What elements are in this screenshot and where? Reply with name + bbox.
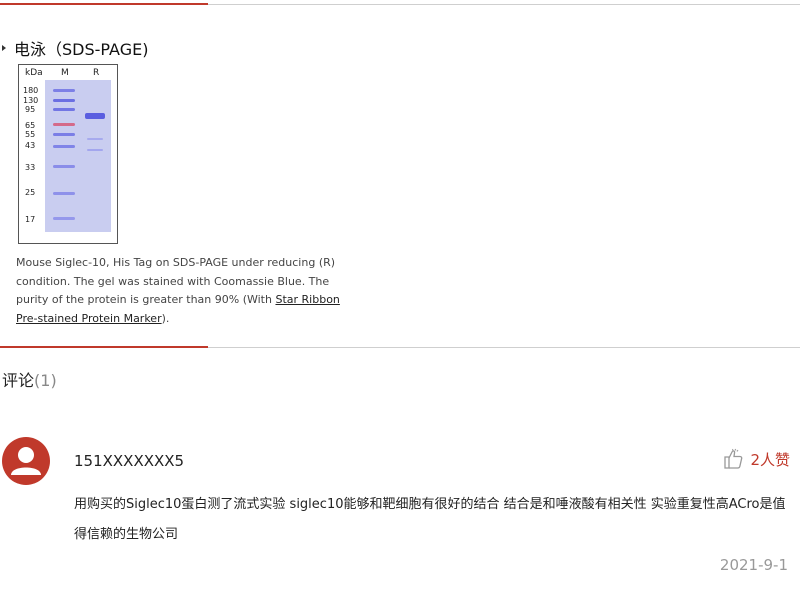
comments-count: (1) xyxy=(34,371,57,390)
mw-label: 43 xyxy=(25,141,36,150)
marker-band xyxy=(53,89,75,92)
figure-caption: Mouse Siglec-10, His Tag on SDS-PAGE und… xyxy=(16,254,356,328)
marker-band xyxy=(53,108,75,111)
mw-label: 25 xyxy=(25,188,36,197)
marker-band xyxy=(53,217,75,220)
gel-lane-label-r: R xyxy=(93,68,100,78)
section-title: 电泳（SDS-PAGE) xyxy=(2,36,148,60)
mw-label: 130 xyxy=(23,96,39,105)
gel-unit-label: kDa xyxy=(25,68,43,78)
comments-label: 评论 xyxy=(2,371,35,390)
marker-band xyxy=(53,145,75,148)
user-avatar-icon xyxy=(2,437,50,485)
mw-label: 180 xyxy=(23,86,39,95)
comment-body: 用购买的Siglec10蛋白测了流式实验 siglec10能够和靶细胞有很好的结… xyxy=(74,497,786,542)
mw-label: 65 xyxy=(25,121,36,130)
comments-heading: 评论(1) xyxy=(2,367,57,391)
caption-tail: ). xyxy=(161,311,170,325)
comment-username: 151XXXXXXX5 xyxy=(74,452,185,470)
marker-band xyxy=(53,133,75,136)
gel-image: kDa M R 180 130 95 65 55 43 33 25 17 xyxy=(18,64,118,244)
sample-band-minor xyxy=(87,138,103,140)
thumbs-up-icon xyxy=(724,448,743,469)
comments-divider xyxy=(0,346,800,348)
like-button[interactable]: 2人赞 xyxy=(722,448,790,470)
mw-label: 95 xyxy=(25,105,36,114)
sample-band-minor xyxy=(87,149,103,151)
marker-band xyxy=(53,99,75,102)
comment-date: 2021-9-1 xyxy=(719,556,788,574)
sample-band-main xyxy=(85,113,105,119)
mw-label: 17 xyxy=(25,215,36,224)
marker-band xyxy=(53,165,75,168)
mw-label: 55 xyxy=(25,130,36,139)
top-divider xyxy=(0,3,800,5)
gel-lane-label-m: M xyxy=(61,68,69,78)
bullet-icon xyxy=(2,45,6,51)
marker-band xyxy=(53,192,75,195)
gel-lanes xyxy=(45,80,111,232)
marker-band xyxy=(53,123,75,126)
like-count: 2人赞 xyxy=(750,450,790,469)
mw-label: 33 xyxy=(25,163,36,172)
section-title-text: 电泳（SDS-PAGE) xyxy=(14,40,149,59)
